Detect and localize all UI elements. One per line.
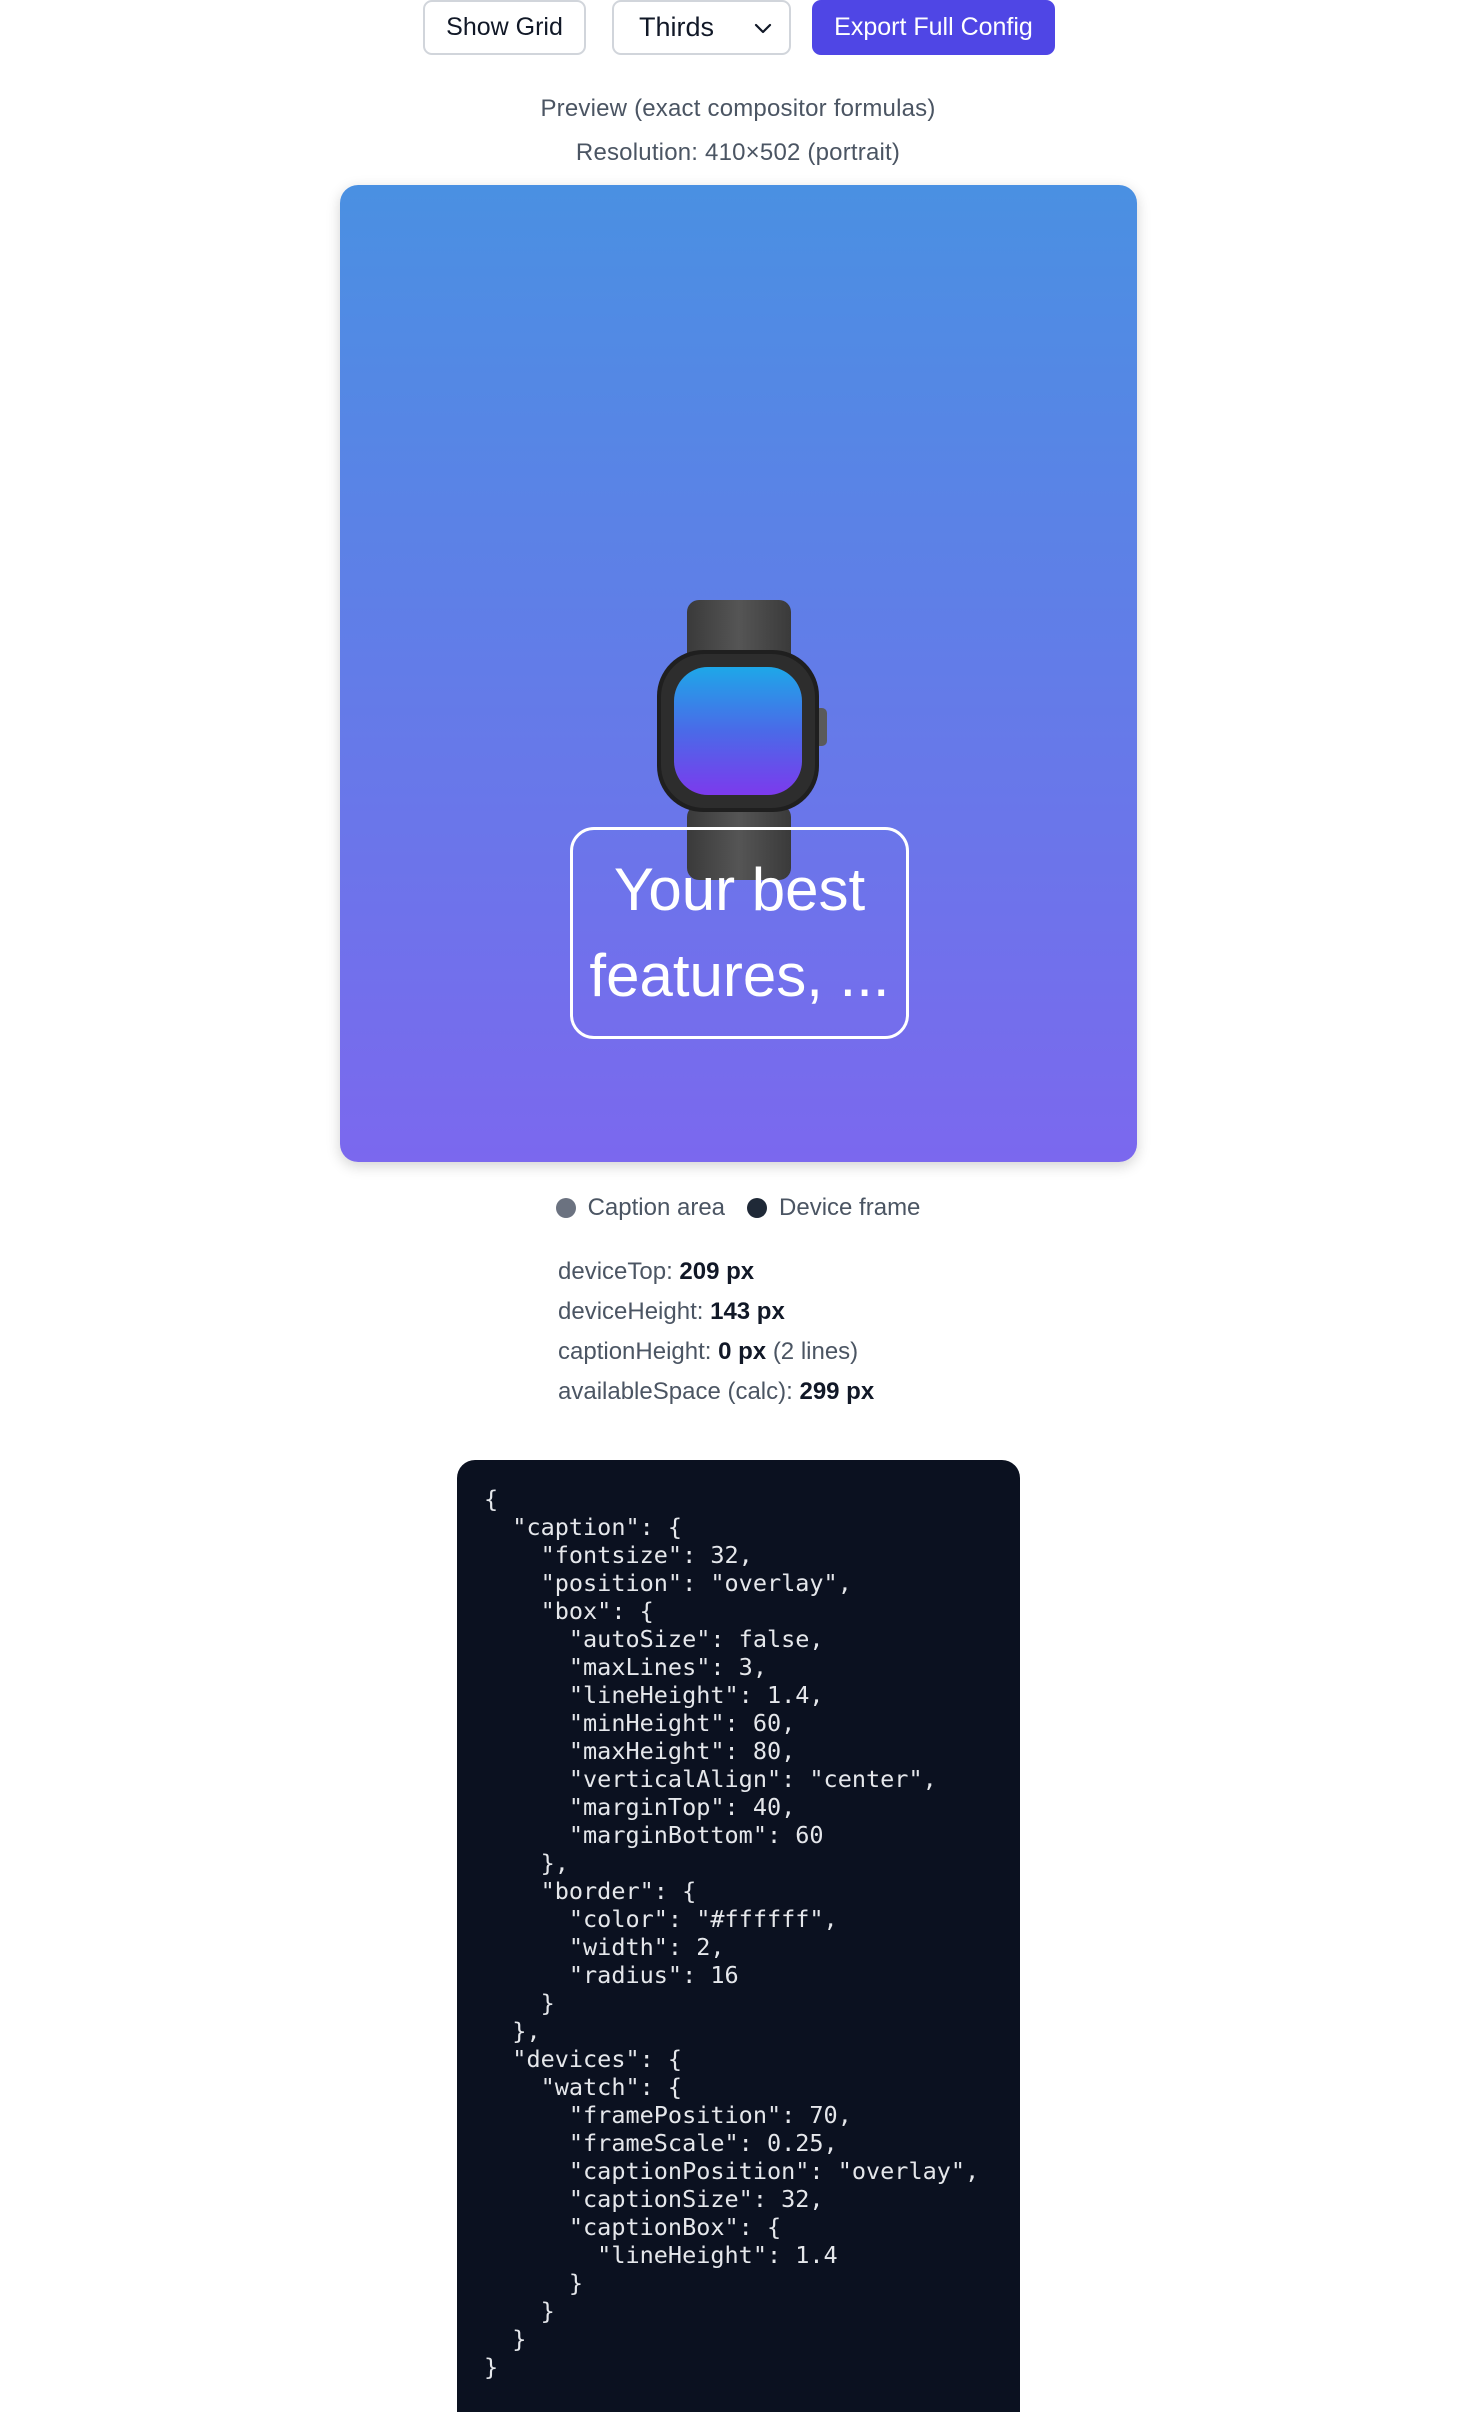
legend-device-frame: Device frame xyxy=(747,1194,920,1222)
caption-box: Your best features, ... xyxy=(570,827,909,1039)
config-json-panel[interactable]: { "caption": { "fontsize": 32, "position… xyxy=(457,1460,1020,2412)
legend-device-label: Device frame xyxy=(779,1194,921,1221)
metric-note: (2 lines) xyxy=(772,1338,859,1365)
preview-resolution: Resolution: 410×502 (portrait) xyxy=(575,139,901,166)
metric-label: captionHeight: xyxy=(558,1338,712,1365)
toolbar: Show Grid Thirds Export Full Config xyxy=(0,0,1476,56)
metric-value: 0 px xyxy=(718,1338,767,1365)
metric-device-height: deviceHeight: 143 px xyxy=(558,1292,874,1332)
preview-canvas: Your best features, ... xyxy=(340,185,1137,1162)
device-frame-swatch xyxy=(747,1198,768,1218)
metric-label: deviceTop: xyxy=(558,1258,673,1285)
config-json-code: { "caption": { "fontsize": 32, "position… xyxy=(484,1485,980,2381)
legend: Caption area Device frame xyxy=(0,1191,1476,1225)
caption-line-2: features, ... xyxy=(589,942,890,1009)
legend-caption-area: Caption area xyxy=(555,1194,726,1222)
grid-mode-value: Thirds xyxy=(639,12,715,42)
metric-device-top: deviceTop: 209 px xyxy=(558,1252,874,1292)
metric-value: 143 px xyxy=(710,1298,785,1325)
metric-value: 209 px xyxy=(679,1258,755,1285)
metric-label: availableSpace (calc): xyxy=(558,1378,793,1405)
export-config-button[interactable]: Export Full Config xyxy=(812,0,1055,55)
show-grid-button[interactable]: Show Grid xyxy=(423,0,586,55)
caption-line-1: Your best xyxy=(613,856,866,923)
chevron-down-icon xyxy=(754,23,772,34)
preview-title: Preview (exact compositor formulas) xyxy=(540,95,936,122)
metric-value: 299 px xyxy=(799,1378,875,1405)
metric-available-space: availableSpace (calc): 299 px xyxy=(558,1372,874,1412)
legend-caption-label: Caption area xyxy=(587,1194,726,1221)
layout-metrics: deviceTop: 209 px deviceHeight: 143 px c… xyxy=(558,1252,874,1412)
metric-label: deviceHeight: xyxy=(558,1298,704,1325)
caption-area-swatch xyxy=(555,1198,576,1218)
metric-caption-height: captionHeight: 0 px (2 lines) xyxy=(558,1332,874,1372)
grid-mode-select[interactable]: Thirds xyxy=(612,0,791,55)
